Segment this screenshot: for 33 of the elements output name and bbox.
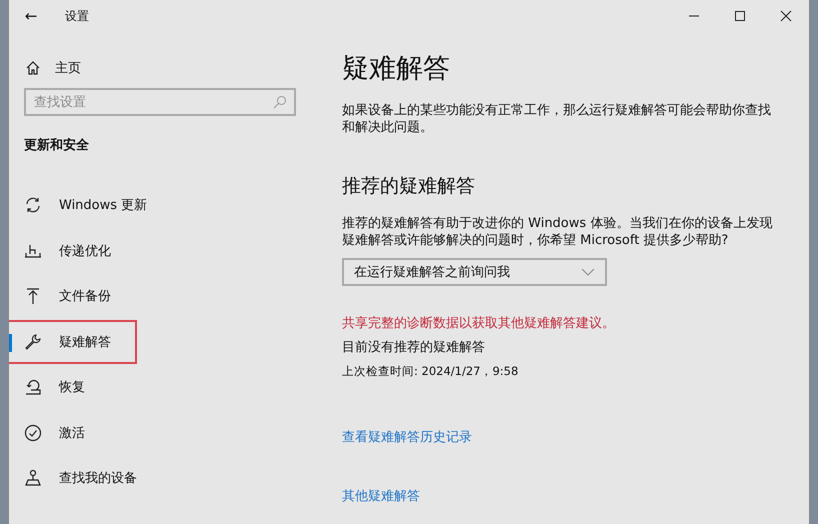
- nav-item[interactable]: 查找我的设备: [9, 456, 145, 500]
- person-pin-icon: [24, 469, 42, 487]
- check-circle-icon: [24, 424, 42, 442]
- upload-arrow-icon: [24, 287, 42, 305]
- description-text: 推荐的疑难解答有助于改进你的 Windows 体验。当我们在你的设备上发现疑难解答或许能够解决的问题时，你希望 Microsoft 提供多少帮助?: [342, 215, 774, 249]
- last-checked-text: 上次检查时间: 2024/1/27，9:58: [342, 364, 520, 379]
- home-nav-item[interactable]: 主页: [25, 54, 81, 82]
- other-troubleshooters-link[interactable]: 其他疑难解答: [342, 487, 420, 505]
- recovery-icon: [24, 378, 42, 396]
- wrench-icon: [24, 332, 42, 350]
- search-field[interactable]: 查找设置: [24, 88, 296, 116]
- search-icon: [273, 95, 287, 109]
- diagnostic-data-link[interactable]: 共享完整的诊断数据以获取其他疑难解答建议。: [342, 314, 615, 332]
- nav-item[interactable]: Windows 更新: [9, 183, 156, 227]
- nav-item[interactable]: 疑难解答: [9, 320, 137, 364]
- nav-item[interactable]: 激活: [9, 410, 137, 454]
- section-heading: 推荐的疑难解答: [342, 174, 476, 199]
- intro-text: 如果设备上的某些功能没有正常工作，那么运行疑难解答可能会帮助你查找和解决此问题。: [342, 102, 772, 136]
- refresh-icon: [24, 196, 42, 214]
- chevron-down-icon: [581, 268, 595, 276]
- status-text: 目前没有推荐的疑难解答: [342, 339, 486, 356]
- nav-item[interactable]: 恢复: [9, 365, 137, 409]
- maximize-icon: [734, 10, 746, 22]
- section-heading: 更新和安全: [24, 136, 90, 154]
- window-title: 设置: [65, 8, 89, 24]
- nav-item[interactable]: 传递优化: [9, 228, 137, 272]
- home-icon: [25, 60, 41, 76]
- back-button[interactable]: ←: [9, 0, 53, 32]
- history-link[interactable]: 查看疑难解答历史记录: [342, 428, 472, 446]
- dropdown[interactable]: 在运行疑难解答之前询问我: [342, 258, 607, 286]
- page-title: 疑难解答: [342, 52, 451, 86]
- nav-item[interactable]: 文件备份: [9, 274, 137, 318]
- close-icon: [780, 10, 792, 22]
